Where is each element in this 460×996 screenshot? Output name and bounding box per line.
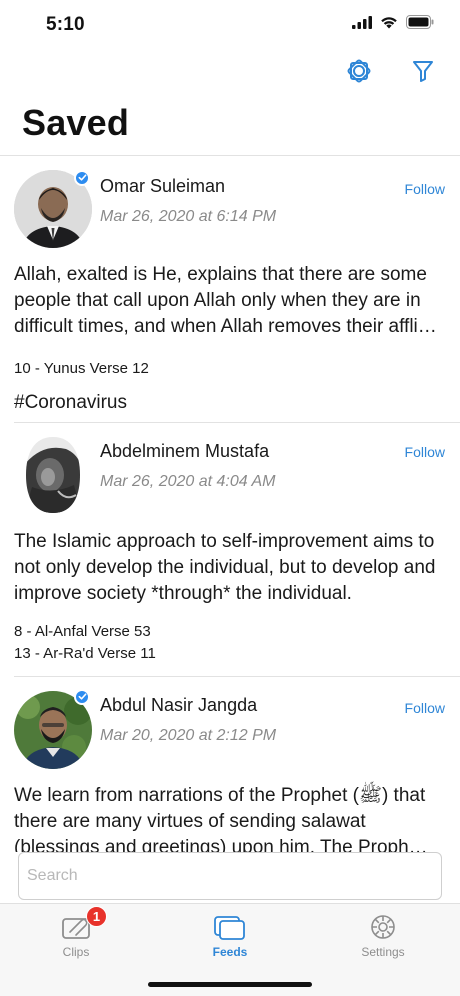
checkmark-icon (78, 169, 87, 187)
tab-label: Clips (62, 945, 90, 959)
nav-actions (344, 58, 438, 88)
clips-icon: 1 (59, 906, 107, 942)
home-indicator[interactable] (148, 982, 312, 987)
status-time: 5:10 (46, 14, 85, 35)
post-date: Mar 26, 2020 at 4:04 AM (100, 473, 276, 490)
verified-badge (74, 170, 90, 186)
post-body[interactable]: Allah, exalted is He, explains that ther… (14, 262, 450, 340)
wifi-icon (380, 15, 398, 34)
tab-label: Settings (361, 945, 405, 959)
follow-button[interactable]: Follow (405, 700, 445, 716)
status-icons (352, 15, 434, 34)
battery-icon (406, 15, 434, 34)
verse-reference[interactable]: 10 - Yunus Verse 12 (14, 360, 149, 377)
notification-badge: 1 (86, 906, 107, 927)
avatar[interactable] (14, 435, 92, 513)
checkmark-icon (78, 688, 87, 706)
verse-reference[interactable]: 8 - Al-Anfal Verse 53 (14, 623, 151, 640)
search-input[interactable] (19, 853, 441, 899)
verified-badge (74, 689, 90, 705)
post-card[interactable]: Omar Suleiman Mar 26, 2020 at 6:14 PM Fo… (0, 156, 460, 422)
post-card[interactable]: Abdelminem Mustafa Mar 26, 2020 at 4:04 … (0, 423, 460, 676)
post-body[interactable]: The Islamic approach to self-improvement… (14, 529, 450, 607)
gear-icon (366, 912, 400, 942)
saved-feed[interactable]: Omar Suleiman Mar 26, 2020 at 6:14 PM Fo… (0, 156, 460, 852)
post-card[interactable]: Abdul Nasir Jangda Mar 20, 2020 at 2:12 … (0, 677, 460, 852)
tab-bar: 1 Clips Feeds Settings (0, 903, 460, 996)
page-title: Saved (22, 102, 130, 143)
tab-settings[interactable]: Settings (333, 912, 433, 959)
post-date: Mar 20, 2020 at 2:12 PM (100, 727, 277, 744)
author-name[interactable]: Abdul Nasir Jangda (100, 695, 257, 716)
tab-clips[interactable]: 1 Clips (26, 906, 126, 959)
author-name[interactable]: Abdelminem Mustafa (100, 441, 269, 462)
post-body[interactable]: We learn from narrations of the Prophet … (14, 783, 450, 852)
filter-button[interactable] (408, 58, 438, 88)
sync-badge-icon (345, 57, 373, 90)
tab-feeds[interactable]: Feeds (180, 912, 280, 959)
tab-label: Feeds (212, 945, 248, 959)
funnel-icon (412, 60, 434, 87)
verse-reference[interactable]: 13 - Ar-Ra'd Verse 11 (14, 645, 156, 662)
status-bar: 5:10 (0, 0, 460, 52)
feeds-icon (213, 912, 247, 942)
author-name[interactable]: Omar Suleiman (100, 176, 225, 197)
follow-button[interactable]: Follow (405, 181, 445, 197)
hashtag[interactable]: #Coronavirus (14, 392, 127, 414)
signal-icon (352, 15, 372, 34)
sync-button[interactable] (344, 58, 374, 88)
search-box[interactable] (18, 852, 442, 900)
post-date: Mar 26, 2020 at 6:14 PM (100, 208, 277, 225)
follow-button[interactable]: Follow (405, 444, 445, 460)
